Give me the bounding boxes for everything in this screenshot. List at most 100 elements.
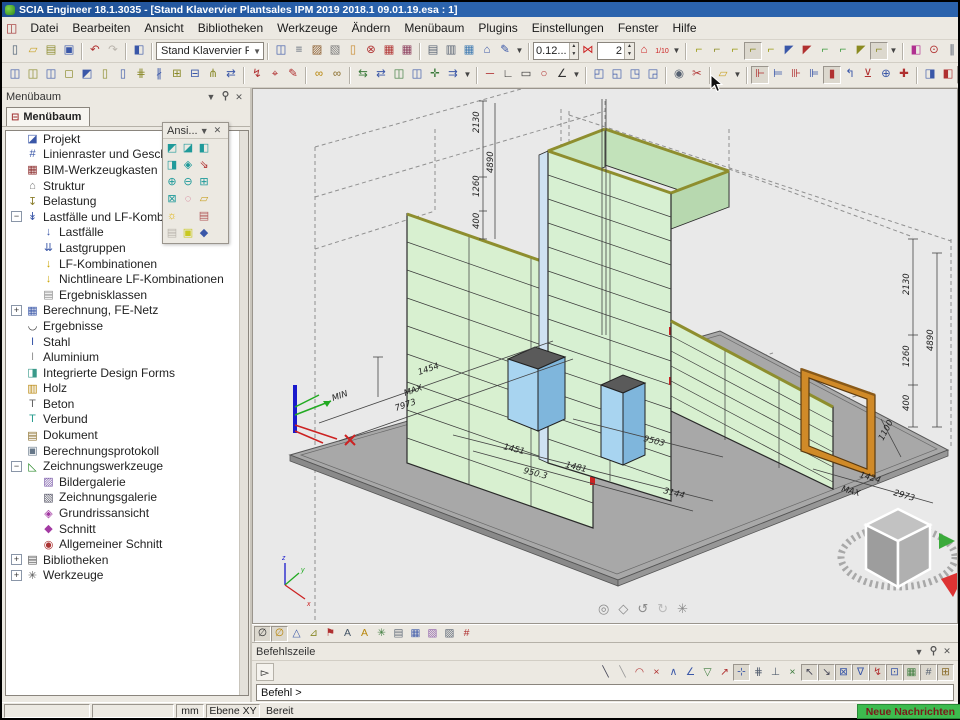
zoom-out-button[interactable]: ⊖ (180, 174, 196, 191)
move-more-dropdown-icon[interactable]: ▼ (462, 66, 473, 84)
results-table-button[interactable]: ▦ (380, 42, 398, 60)
sidebar-item-stahl[interactable]: IStahl (6, 334, 248, 350)
mdi-document-icon[interactable]: ◫ (6, 21, 17, 35)
project-selector[interactable]: Stand Klavervier Pla▼ (156, 42, 264, 60)
bc-tool-1-button[interactable]: ⊩ (751, 66, 769, 84)
member-tool-6-button[interactable]: ▯ (96, 66, 114, 84)
snap-center-button[interactable]: ⊡ (886, 664, 903, 681)
member-tool-4-button[interactable]: ◻ (60, 66, 78, 84)
cube-rotate-green-arrow[interactable] (939, 533, 955, 549)
sidebar-item-ergebnisklassen[interactable]: ▤Ergebnisklassen (6, 287, 248, 303)
wall-tool-6-button[interactable]: ◤ (780, 42, 798, 60)
snap-lightning-button[interactable]: ↯ (869, 664, 886, 681)
draw-angle-button[interactable]: ∟ (499, 66, 517, 84)
view-cube[interactable] (841, 509, 957, 597)
zoom-window-icon[interactable]: ◎ (598, 601, 609, 617)
toggle-load-display-button[interactable]: ⊿ (305, 626, 322, 642)
menu-plugins[interactable]: Plugins (471, 19, 524, 37)
sidebar-item-dokument[interactable]: ▤Dokument (6, 427, 248, 443)
snap-gradient-button[interactable]: ∇ (852, 664, 869, 681)
menu-menübaum[interactable]: Menübaum (397, 19, 471, 37)
snap-intersection-button[interactable]: × (784, 664, 801, 681)
menu-werkzeuge[interactable]: Werkzeuge (270, 19, 344, 37)
command-input[interactable]: Befehl > (256, 684, 954, 701)
menu-ansicht[interactable]: Ansicht (137, 19, 190, 37)
toggle-flag-display-button[interactable]: ⚑ (322, 626, 339, 642)
wall-tool-8-button[interactable]: ⌐ (816, 42, 834, 60)
sidebar-item-berechnung-fe-netz[interactable]: +▦Berechnung, FE-Netz (6, 303, 248, 319)
snap-midpoint-button[interactable]: ▽ (699, 664, 716, 681)
snap-box-button[interactable]: ⊠ (835, 664, 852, 681)
sidebar-close-icon[interactable]: ✕ (232, 92, 246, 103)
scale-more-dropdown-icon[interactable]: ▼ (671, 42, 682, 60)
paint-layer-button[interactable]: ◧ (907, 42, 925, 60)
toggle-hatch-button[interactable]: ✳ (373, 626, 390, 642)
member-tool-1-button[interactable]: ◫ (6, 66, 24, 84)
bc-tool-9-button[interactable]: ✚ (895, 66, 913, 84)
member-tool-3-button[interactable]: ◫ (42, 66, 60, 84)
win-new-button[interactable]: ◲ (644, 66, 662, 84)
viewport-3d[interactable]: 2130 4890 1260 400 2130 4890 1260 400 11… (252, 88, 958, 624)
view-settings-gear-icon[interactable]: ✳ (677, 601, 688, 617)
draw-more-dropdown-icon[interactable]: ▼ (571, 66, 582, 84)
snap-cursor-button[interactable]: ⊹ (733, 664, 750, 681)
menu-fenster[interactable]: Fenster (611, 19, 666, 37)
pair-select-2-button[interactable]: ∞ (328, 66, 346, 84)
sidebar-item-berechnungsprotokoll[interactable]: ▣Berechnungsprotokoll (6, 443, 248, 459)
zoom-window-button[interactable]: ⊞ (196, 174, 212, 191)
pair-select-1-button[interactable]: ∞ (310, 66, 328, 84)
zoom-in-button[interactable]: ⊕ (164, 174, 180, 191)
snap-tangent-button[interactable]: ↗ (716, 664, 733, 681)
wall-tool-1-button[interactable]: ⌐ (690, 42, 708, 60)
bc-tool-3-button[interactable]: ⊪ (787, 66, 805, 84)
sidebar-item-zeichnungswerkzeuge[interactable]: −◺Zeichnungswerkzeuge (6, 458, 248, 474)
cube-mode-icon[interactable]: ◇ (618, 601, 628, 617)
zoom-all-button[interactable]: ⊠ (164, 191, 180, 208)
member-tool-11-button[interactable]: ⊟ (186, 66, 204, 84)
array-copy-button[interactable]: ⇉ (444, 66, 462, 84)
camera-active-button[interactable]: ▤ (196, 208, 212, 225)
palette-close-icon[interactable]: ✕ (211, 125, 224, 136)
wall-tool-9-button[interactable]: ⌐ (834, 42, 852, 60)
command-close-icon[interactable]: ✕ (940, 646, 954, 657)
move-button[interactable]: ⇆ (354, 66, 372, 84)
sidebar-item-nichtlineare-lf-kombinationen[interactable]: ↓Nichtlineare LF-Kombinationen (6, 271, 248, 287)
menu-ändern[interactable]: Ändern (345, 19, 398, 37)
bc-tool-6-button[interactable]: ↰ (841, 66, 859, 84)
command-dropdown-icon[interactable]: ▼ (912, 647, 926, 657)
end-tool-3-button[interactable]: ▥ (957, 66, 958, 84)
wall-tool-7-button[interactable]: ◤ (798, 42, 816, 60)
draw-arc-button[interactable]: ∠ (553, 66, 571, 84)
snap-nearest-button[interactable]: ↖ (801, 664, 818, 681)
member-tool-7-button[interactable]: ▯ (114, 66, 132, 84)
sidebar-item-zeichnungsgalerie[interactable]: ▧Zeichnungsgalerie (6, 490, 248, 506)
open-project-button[interactable]: ▱ (24, 42, 42, 60)
toggle-node-labels-button[interactable]: △ (288, 626, 305, 642)
draw-rect-button[interactable]: ▭ (517, 66, 535, 84)
calculator-button[interactable]: ▦ (460, 42, 478, 60)
member-tool-10-button[interactable]: ⊞ (168, 66, 186, 84)
snap-vertex-button[interactable]: ∧ (665, 664, 682, 681)
menu-einstellungen[interactable]: Einstellungen (525, 19, 611, 37)
sidebar-item-bildergalerie[interactable]: ▨Bildergalerie (6, 474, 248, 490)
sidebar-item-verbund[interactable]: TVerbund (6, 412, 248, 428)
snap-grid-button[interactable]: ⋕ (750, 664, 767, 681)
scale-1-10-button[interactable]: 1/10 (653, 42, 671, 60)
sidebar-item-schnitt[interactable]: ◆Schnitt (6, 521, 248, 537)
member-tool-9-button[interactable]: ∦ (150, 66, 168, 84)
tree-expander-icon[interactable]: + (11, 554, 22, 565)
orbit-left-icon[interactable]: ↺ (637, 601, 648, 617)
orbit-right-icon[interactable]: ↻ (657, 601, 668, 617)
win-split-button[interactable]: ◳ (626, 66, 644, 84)
bc-tool-8-button[interactable]: ⊕ (877, 66, 895, 84)
lightbulb-button[interactable]: ☼ (164, 208, 180, 225)
node-edit-button[interactable]: ↯ (248, 66, 266, 84)
tree-expander-icon[interactable]: + (11, 305, 22, 316)
snap-arc-button[interactable]: ◠ (631, 664, 648, 681)
snap-ortho-button[interactable]: ⊥ (767, 664, 784, 681)
document-edit-button[interactable]: ✎ (496, 42, 514, 60)
new-message-button[interactable]: Neue Nachrichten (857, 704, 960, 719)
snap-line-2-button[interactable]: ╲ (614, 664, 631, 681)
sidebar-item-holz[interactable]: ▥Holz (6, 381, 248, 397)
toggle-pen-select-button[interactable]: ∅ (254, 626, 271, 642)
